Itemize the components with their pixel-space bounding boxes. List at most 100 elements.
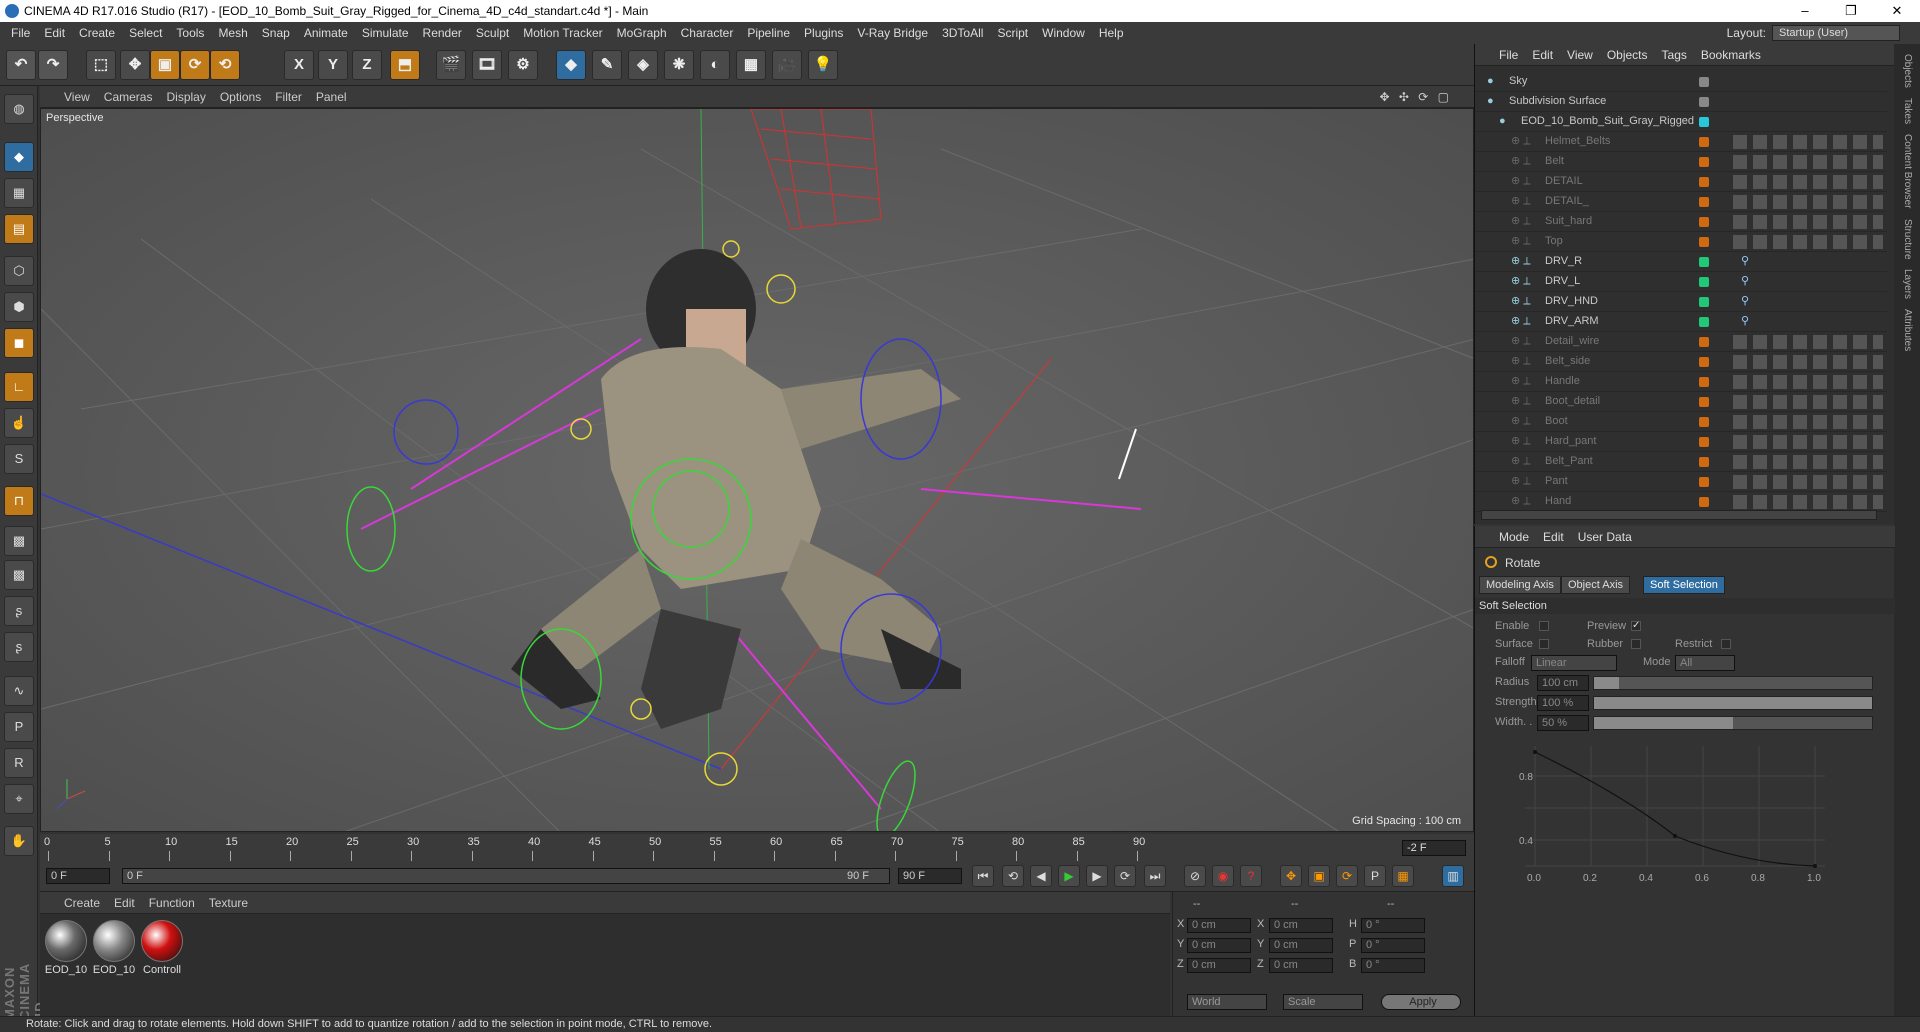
snap-icon[interactable]: ⊓ — [4, 486, 34, 516]
object-tags[interactable] — [1733, 235, 1883, 249]
menu-mograph[interactable]: MoGraph — [610, 26, 674, 40]
restrict-checkbox[interactable] — [1721, 639, 1731, 649]
coords-value-field[interactable]: 0 cm — [1187, 938, 1251, 953]
enable-checkbox[interactable] — [1539, 621, 1549, 631]
object-row[interactable]: ⊕ ⟂ DRV_L ⚲ — [1475, 272, 1887, 292]
object-row[interactable]: ⊕ ⟂ Suit_hard — [1475, 212, 1887, 232]
radius-slider[interactable] — [1593, 676, 1873, 690]
object-row[interactable]: ⊕ ⟂ Handle — [1475, 372, 1887, 392]
object-tags[interactable] — [1733, 135, 1883, 149]
object-tags[interactable] — [1733, 435, 1883, 449]
object-tags[interactable] — [1733, 355, 1883, 369]
menu-render[interactable]: Render — [416, 26, 469, 40]
object-tags[interactable] — [1733, 155, 1883, 169]
viewport-menu-filter[interactable]: Filter — [275, 90, 302, 104]
joint-tool-icon[interactable]: ⌖ — [4, 784, 34, 814]
constraint-tag-icon[interactable]: ⚲ — [1741, 312, 1749, 331]
coords-value-field[interactable]: 0 cm — [1269, 918, 1333, 933]
sculpt-tool-icon[interactable]: ∿ — [4, 676, 34, 706]
redo-button[interactable]: ↷ — [38, 50, 68, 80]
grab-tool-icon[interactable]: ✋ — [4, 826, 34, 856]
floor-scene-icon[interactable]: ▦ — [736, 50, 766, 80]
object-menu-bookmarks[interactable]: Bookmarks — [1701, 48, 1761, 62]
menu-plugins[interactable]: Plugins — [797, 26, 850, 40]
coords-value-field[interactable]: 0 cm — [1269, 958, 1333, 973]
width-field[interactable]: 50 % — [1537, 715, 1589, 731]
coords-value-field[interactable]: 0 cm — [1187, 958, 1251, 973]
side-tab-structure[interactable]: Structure — [1902, 219, 1913, 260]
frame-range-slider[interactable]: 0 F 90 F — [122, 868, 890, 884]
attribute-menu-edit[interactable]: Edit — [1543, 530, 1564, 544]
record-keys-icon[interactable]: ⊘ — [1184, 865, 1206, 887]
width-slider[interactable] — [1593, 716, 1873, 730]
menu-v-ray-bridge[interactable]: V-Ray Bridge — [850, 26, 935, 40]
viewport-menu-cameras[interactable]: Cameras — [104, 90, 153, 104]
object-row[interactable]: ⊕ ⟂ Pant — [1475, 472, 1887, 492]
model-mode-icon[interactable]: ◆ — [4, 142, 34, 172]
python-script-2-icon[interactable]: ʂ — [4, 632, 34, 662]
menu-script[interactable]: Script — [990, 26, 1035, 40]
previous-key-icon[interactable]: ⟲ — [1002, 865, 1024, 887]
viewport-menu-display[interactable]: Display — [166, 90, 205, 104]
material-swatch[interactable]: EOD_10 — [44, 920, 88, 976]
previous-frame-icon[interactable]: ◀ — [1030, 865, 1052, 887]
cube-primitive-icon[interactable]: ◆ — [556, 50, 586, 80]
object-row[interactable]: ⊕ ⟂ DETAIL — [1475, 172, 1887, 192]
object-tags[interactable] — [1733, 375, 1883, 389]
object-tags[interactable] — [1733, 215, 1883, 229]
object-row[interactable]: ⊕ ⟂ Boot — [1475, 412, 1887, 432]
falloff-dropdown[interactable]: Linear — [1531, 655, 1617, 671]
object-row[interactable]: ⊕ ⟂ Boot_detail — [1475, 392, 1887, 412]
x-axis-lock-button[interactable]: X — [284, 50, 314, 80]
object-tags[interactable] — [1733, 195, 1883, 209]
object-row[interactable]: ⊕ ⟂ Hard_pant — [1475, 432, 1887, 452]
end-frame-field[interactable]: 90 F — [898, 868, 962, 884]
planar-workplane-icon[interactable]: ▩ — [4, 560, 34, 590]
strength-field[interactable]: 100 % — [1537, 695, 1589, 711]
material-menu-texture[interactable]: Texture — [209, 896, 248, 910]
object-menu-edit[interactable]: Edit — [1532, 48, 1553, 62]
viewport-menu-view[interactable]: View — [64, 90, 90, 104]
rig-tool-icon[interactable]: R — [4, 748, 34, 778]
coords-value-field[interactable]: 0 ° — [1361, 938, 1425, 953]
go-to-start-icon[interactable]: ⏮ — [972, 865, 994, 887]
object-menu-view[interactable]: View — [1567, 48, 1593, 62]
preview-checkbox[interactable]: ✓ — [1631, 621, 1641, 631]
tweak-mode-icon[interactable]: ☝ — [4, 408, 34, 438]
object-row[interactable]: ⊕ ⟂ DRV_R ⚲ — [1475, 252, 1887, 272]
light-icon[interactable]: 💡 — [808, 50, 838, 80]
keyframe-selection-icon[interactable]: ? — [1240, 865, 1262, 887]
next-frame-icon[interactable]: ▶ — [1086, 865, 1108, 887]
apply-button[interactable]: Apply — [1381, 994, 1461, 1010]
scale-tool-icon[interactable]: ▣ — [150, 50, 180, 80]
start-frame-field[interactable]: 0 F — [46, 868, 110, 884]
play-icon[interactable]: ▶ — [1058, 865, 1080, 887]
strength-slider[interactable] — [1593, 696, 1873, 710]
constraint-tag-icon[interactable]: ⚲ — [1741, 252, 1749, 271]
side-tab-objects[interactable]: Objects — [1902, 54, 1913, 88]
current-frame-field[interactable]: -2 F — [1402, 840, 1466, 856]
falloff-curve-graph[interactable]: 0.8 0.4 0.0 0.2 0.4 0.6 0.8 1.0 — [1505, 736, 1875, 886]
side-tab-content-browser[interactable]: Content Browser — [1902, 134, 1913, 208]
attribute-menu-mode[interactable]: Mode — [1499, 530, 1529, 544]
viewport-nav-icons[interactable]: ✥ ✣ ⟳ ▢ — [1379, 90, 1452, 104]
object-row[interactable]: ⊕ ⟂ Detail_wire — [1475, 332, 1887, 352]
object-tags[interactable] — [1733, 455, 1883, 469]
move-tool-icon[interactable]: ✥ — [120, 50, 150, 80]
render-view-icon[interactable]: 🎬 — [436, 50, 466, 80]
coordinate-mode-dropdown[interactable]: Scale — [1283, 994, 1363, 1010]
object-menu-objects[interactable]: Objects — [1607, 48, 1648, 62]
camera-icon[interactable]: 🎥 — [772, 50, 802, 80]
object-row[interactable]: ● Subdivision Surface — [1475, 92, 1887, 112]
workplane-lock-icon[interactable]: ▩ — [4, 526, 34, 556]
undo-button[interactable]: ↶ — [6, 50, 36, 80]
material-swatch[interactable]: Controll — [140, 920, 184, 976]
autokey-icon[interactable]: ◉ — [1212, 865, 1234, 887]
mode-dropdown[interactable]: All — [1675, 655, 1735, 671]
menu-edit[interactable]: Edit — [37, 26, 72, 40]
material-menu-function[interactable]: Function — [149, 896, 195, 910]
object-row[interactable]: ⊕ ⟂ Belt_side — [1475, 352, 1887, 372]
material-swatch[interactable]: EOD_10 — [92, 920, 136, 976]
menu-create[interactable]: Create — [72, 26, 122, 40]
tab-object-axis[interactable]: Object Axis — [1561, 576, 1631, 594]
